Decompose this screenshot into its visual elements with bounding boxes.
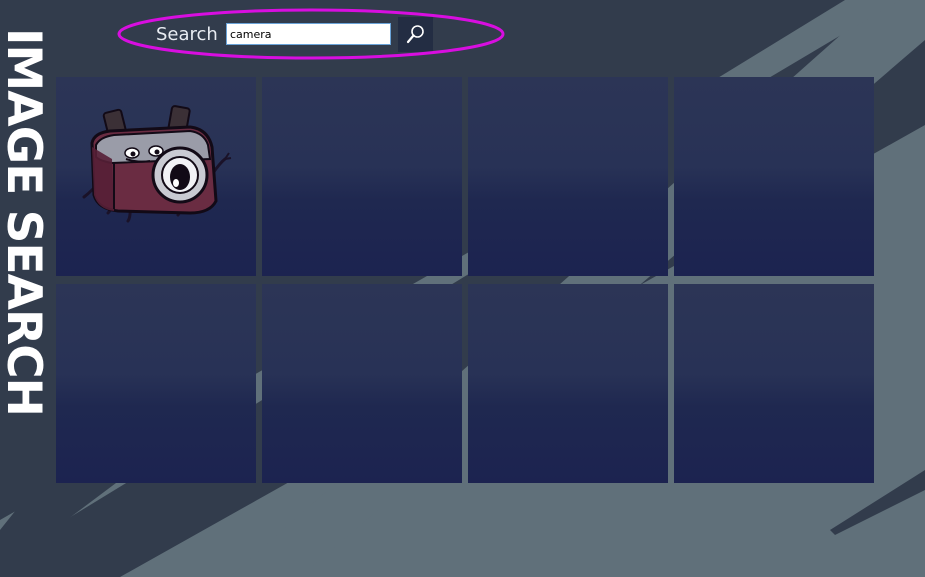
result-tile-1[interactable] [56, 77, 256, 276]
result-tile-8[interactable] [674, 284, 874, 483]
search-input[interactable] [226, 23, 391, 45]
magnifier-icon [406, 25, 424, 44]
search-label: Search [156, 24, 218, 45]
results-grid [56, 77, 874, 483]
result-tile-2[interactable] [262, 77, 462, 276]
result-tile-5[interactable] [56, 284, 256, 483]
result-tile-6[interactable] [262, 284, 462, 483]
result-tile-7[interactable] [468, 284, 668, 483]
search-button[interactable] [398, 17, 433, 52]
camera-mascot-image [82, 105, 232, 223]
result-tile-4[interactable] [674, 77, 874, 276]
search-bar: Search [0, 0, 925, 70]
result-tile-3[interactable] [468, 77, 668, 276]
